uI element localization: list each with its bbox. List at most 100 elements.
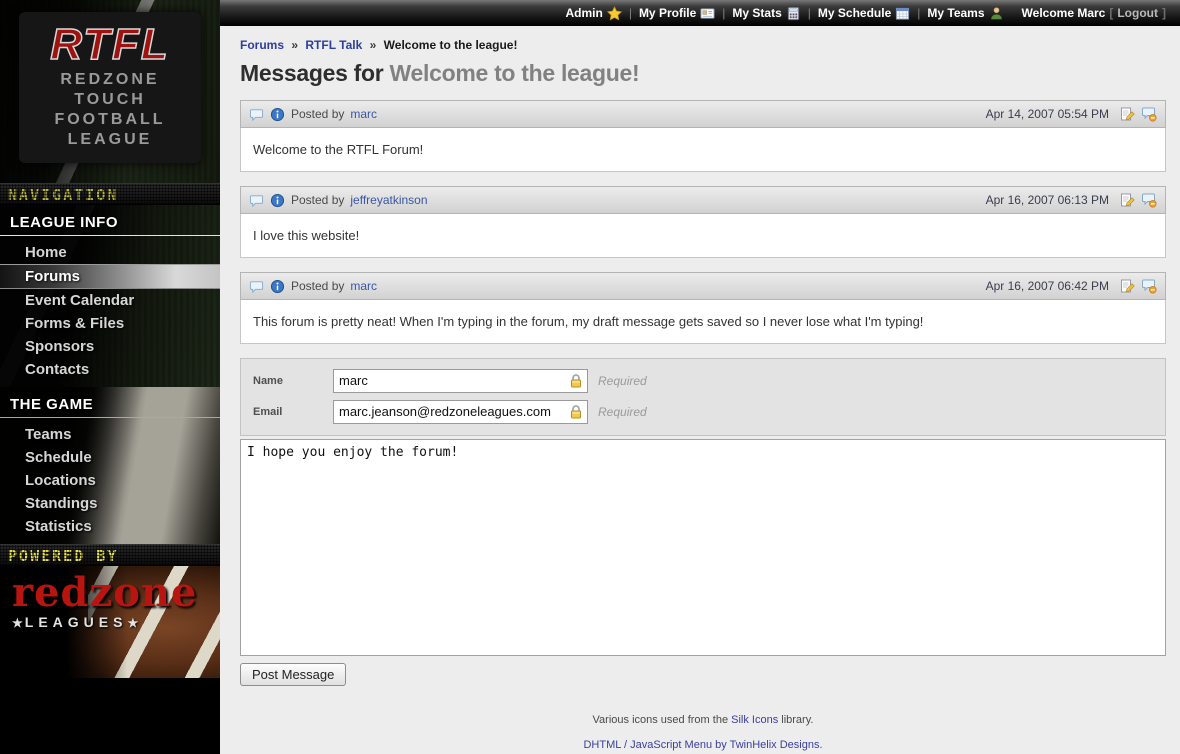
name-input-wrap <box>333 369 588 393</box>
edit-pencil-icon[interactable] <box>1119 278 1135 294</box>
email-field[interactable] <box>333 400 588 424</box>
sidebar-item-locations[interactable]: Locations <box>0 469 220 492</box>
author-link[interactable]: marc <box>350 279 377 293</box>
email-label: Email <box>253 406 333 418</box>
page-title: Messages for Welcome to the league! <box>240 60 1166 87</box>
page-title-topic: Welcome to the league! <box>390 60 640 86</box>
logout-bracket: [ <box>1109 6 1113 20</box>
topbar-my-schedule-label: My Schedule <box>818 6 891 20</box>
posted-by-label: Posted by <box>291 107 344 121</box>
edit-pencil-icon[interactable] <box>1119 106 1135 122</box>
sidebar-item-forums[interactable]: Forums <box>0 264 220 289</box>
name-label: Name <box>253 375 333 387</box>
footer-credit-icons: Various icons used from the Silk Icons l… <box>240 714 1166 726</box>
breadcrumb: Forums » RTFL Talk » Welcome to the leag… <box>240 38 1166 52</box>
sidebar-item-forms-files[interactable]: Forms & Files <box>0 312 220 335</box>
silk-icons-link[interactable]: Silk Icons <box>731 714 778 726</box>
email-required-hint: Required <box>598 405 647 419</box>
welcome-text: Welcome Marc <box>1022 6 1106 20</box>
redzone-leagues-logo[interactable]: redzone ★LEAGUES★ <box>0 566 220 678</box>
message-header: Posted by marc Apr 14, 2007 05:54 PM <box>240 100 1166 128</box>
league-logo-area: RTFL REDZONE TOUCH FOOTBALL LEAGUE <box>0 0 220 183</box>
breadcrumb-forums-link[interactable]: Forums <box>240 38 284 52</box>
footer: Various icons used from the Silk Icons l… <box>240 714 1166 751</box>
breadcrumb-separator: » <box>291 38 298 52</box>
comment-icon <box>249 107 264 122</box>
topbar-my-profile-link[interactable]: My Profile <box>637 6 717 21</box>
vcard-icon <box>700 6 715 21</box>
sidebar-item-schedule[interactable]: Schedule <box>0 446 220 469</box>
sidebar-item-event-calendar[interactable]: Event Calendar <box>0 289 220 312</box>
comment-delete-icon[interactable] <box>1141 192 1157 208</box>
message-textarea[interactable]: I hope you enjoy the forum! <box>240 439 1166 656</box>
forum-message: Posted by marc Apr 16, 2007 06:42 PM Thi… <box>240 272 1166 344</box>
topbar-my-stats-link[interactable]: My Stats <box>730 6 802 21</box>
sidebar-item-statistics[interactable]: Statistics <box>0 515 220 538</box>
comment-delete-icon[interactable] <box>1141 106 1157 122</box>
rtfl-logo-line: TOUCH <box>19 90 201 110</box>
league-info-section: LEAGUE INFO Home Forums Event Calendar F… <box>0 205 220 387</box>
the-game-section: THE GAME Teams Schedule Locations Standi… <box>0 387 220 544</box>
name-row: Name Required <box>241 365 1165 396</box>
message-body: Welcome to the RTFL Forum! <box>240 128 1166 172</box>
sidebar-item-standings[interactable]: Standings <box>0 492 220 515</box>
topbar-my-schedule-link[interactable]: My Schedule <box>816 6 912 21</box>
page-title-prefix: Messages for <box>240 60 383 86</box>
forum-message: Posted by jeffreyatkinson Apr 16, 2007 0… <box>240 186 1166 258</box>
footer-credit-menu: DHTML / JavaScript Menu by TwinHelix Des… <box>240 739 1166 751</box>
lock-icon <box>568 373 584 389</box>
info-icon[interactable] <box>270 107 285 122</box>
app-window: RTFL REDZONE TOUCH FOOTBALL LEAGUE NAVIG… <box>0 0 1180 754</box>
navigation-led-banner: NAVIGATION <box>0 183 220 205</box>
redzone-logo-title: redzone <box>12 572 197 614</box>
league-info-heading: LEAGUE INFO <box>0 205 220 236</box>
post-message-button[interactable]: Post Message <box>240 663 346 686</box>
post-form-panel: Name Required Email Required <box>240 358 1166 436</box>
name-field[interactable] <box>333 369 588 393</box>
topbar-admin-label: Admin <box>565 6 602 20</box>
message-header: Posted by marc Apr 16, 2007 06:42 PM <box>240 272 1166 300</box>
topbar-my-teams-label: My Teams <box>927 6 984 20</box>
message-date: Apr 14, 2007 05:54 PM <box>986 107 1109 121</box>
author-link[interactable]: marc <box>350 107 377 121</box>
sidebar-item-home[interactable]: Home <box>0 241 220 264</box>
topbar-separator: | <box>722 6 725 20</box>
email-row: Email Required <box>241 396 1165 427</box>
sidebar-item-teams[interactable]: Teams <box>0 423 220 446</box>
rtfl-logo-line: REDZONE <box>19 70 201 90</box>
email-input-wrap <box>333 400 588 424</box>
breadcrumb-current: Welcome to the league! <box>384 38 518 52</box>
rtfl-logo-title: RTFL <box>19 20 201 70</box>
breadcrumb-rtfl-talk-link[interactable]: RTFL Talk <box>305 38 362 52</box>
topbar-my-stats-label: My Stats <box>732 6 781 20</box>
footer-credit-suffix: library. <box>778 714 813 726</box>
topbar-my-profile-label: My Profile <box>639 6 696 20</box>
info-icon[interactable] <box>270 193 285 208</box>
user-icon <box>989 6 1004 21</box>
comment-delete-icon[interactable] <box>1141 278 1157 294</box>
rtfl-logo-line: LEAGUE <box>19 130 201 150</box>
info-icon[interactable] <box>270 279 285 294</box>
comment-icon <box>249 279 264 294</box>
star-icon <box>607 6 622 21</box>
redzone-logo-text: redzone ★LEAGUES★ <box>12 572 197 630</box>
topbar: Admin | My Profile | My Stats | My Sched… <box>220 0 1180 26</box>
sidebar-filler <box>0 678 220 754</box>
topbar-my-teams-link[interactable]: My Teams <box>925 6 1005 21</box>
calculator-icon <box>786 6 801 21</box>
main-content: Forums » RTFL Talk » Welcome to the leag… <box>220 26 1180 754</box>
topbar-admin-link[interactable]: Admin <box>563 6 623 21</box>
sidebar-item-contacts[interactable]: Contacts <box>0 358 220 381</box>
powered-by-led-banner: POWERED BY <box>0 544 220 566</box>
the-game-heading: THE GAME <box>0 387 220 418</box>
posted-by-label: Posted by <box>291 279 344 293</box>
logout-link[interactable]: Logout <box>1117 6 1158 20</box>
twinhelix-link[interactable]: DHTML / JavaScript Menu by TwinHelix Des… <box>583 739 822 751</box>
sidebar-item-sponsors[interactable]: Sponsors <box>0 335 220 358</box>
star-glyph: ★ <box>12 616 25 630</box>
comment-icon <box>249 193 264 208</box>
edit-pencil-icon[interactable] <box>1119 192 1135 208</box>
author-link[interactable]: jeffreyatkinson <box>350 193 427 207</box>
rtfl-logo[interactable]: RTFL REDZONE TOUCH FOOTBALL LEAGUE <box>19 12 201 163</box>
footer-credit-prefix: Various icons used from the <box>593 714 732 726</box>
